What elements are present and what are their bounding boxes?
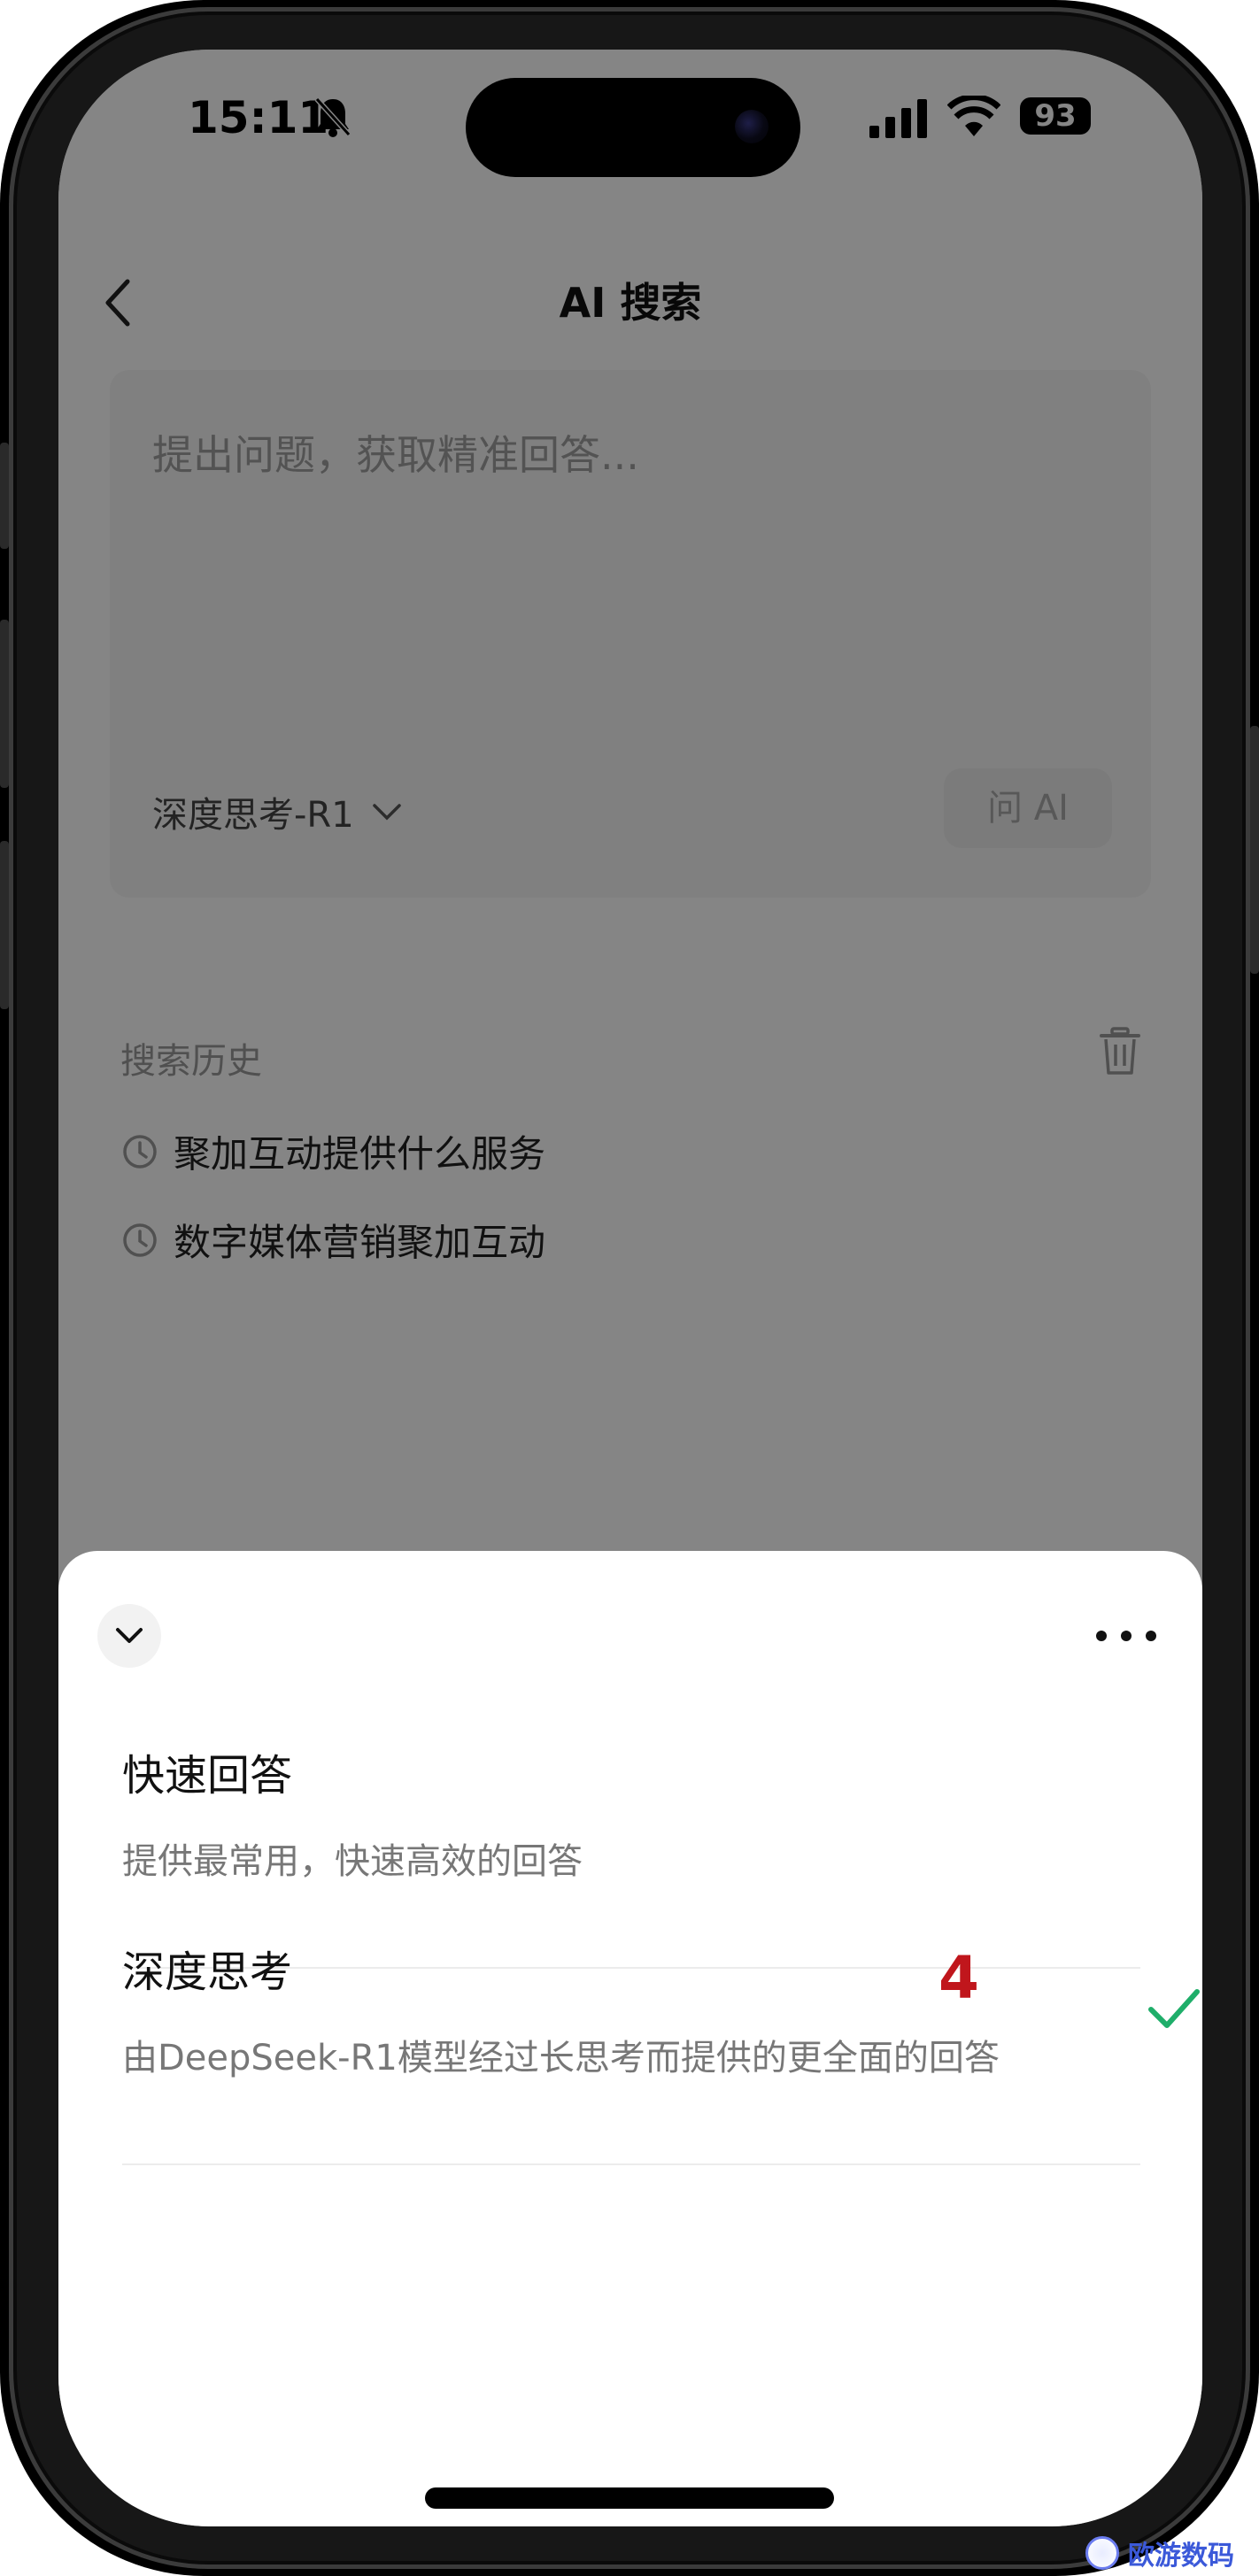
watermark: 欧游数码	[1085, 2534, 1234, 2572]
power-button	[1250, 726, 1259, 974]
checkmark-icon	[1148, 1989, 1200, 2028]
option-quick-answer[interactable]: 快速回答 提供最常用，快速高效的回答	[122, 1740, 1140, 1884]
volume-down-button	[0, 841, 9, 1009]
divider	[122, 2163, 1140, 2165]
option-title: 快速回答	[122, 1751, 293, 1801]
option-deep-thinking[interactable]: 深度思考 由DeepSeek-R1模型经过长思考而提供的更全面的回答	[122, 1937, 1200, 2080]
action-button	[0, 443, 9, 549]
option-description: 提供最常用，快速高效的回答	[122, 1841, 583, 1882]
watermark-logo-icon	[1085, 2536, 1119, 2570]
volume-up-button	[0, 620, 9, 788]
phone-frame: 15:11 93 AI 搜索 提出问题，获取精准回答... 深度思考-R1 问 …	[0, 0, 1259, 2576]
model-picker-sheet: 快速回答 提供最常用，快速高效的回答 深度思考 由DeepSeek-R1模型经过…	[58, 1551, 1202, 2526]
home-indicator[interactable]	[425, 2487, 834, 2509]
more-icon[interactable]	[1091, 1625, 1162, 1647]
step-annotation: 4	[938, 1944, 979, 2012]
screen: 15:11 93 AI 搜索 提出问题，获取精准回答... 深度思考-R1 问 …	[58, 50, 1202, 2526]
collapse-button[interactable]	[97, 1604, 161, 1668]
chevron-down-icon	[116, 1628, 143, 1643]
option-description: 由DeepSeek-R1模型经过长思考而提供的更全面的回答	[122, 2038, 1000, 2079]
watermark-text: 欧游数码	[1128, 2541, 1234, 2572]
option-title: 深度思考	[122, 1947, 293, 1997]
